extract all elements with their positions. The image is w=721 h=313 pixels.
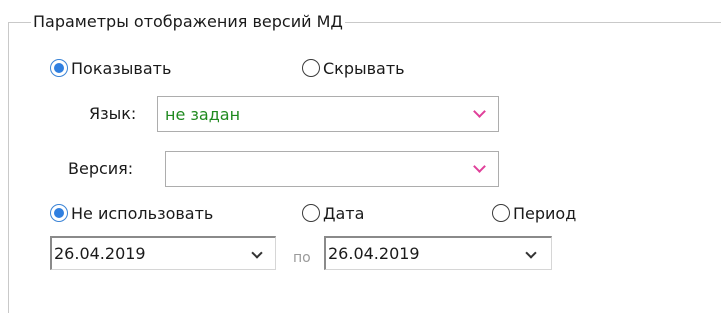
radio-unselected-icon: [302, 204, 320, 222]
date-to-value: 26.04.2019: [328, 244, 420, 263]
radio-unselected-icon: [302, 59, 320, 77]
not-use-radio-label: Не использовать: [71, 203, 214, 223]
period-radio[interactable]: Период: [492, 202, 576, 224]
radio-selected-icon: [50, 59, 68, 77]
language-value: не задан: [165, 105, 241, 124]
show-radio[interactable]: Показывать: [50, 57, 171, 79]
language-dropdown[interactable]: не задан: [157, 96, 499, 132]
period-separator: по: [293, 250, 311, 266]
date-to-picker[interactable]: 26.04.2019: [324, 236, 552, 270]
date-radio[interactable]: Дата: [302, 202, 364, 224]
hide-radio[interactable]: Скрывать: [302, 57, 405, 79]
date-from-value: 26.04.2019: [54, 244, 146, 263]
language-label: Язык:: [89, 104, 137, 123]
chevron-down-icon: [251, 247, 263, 259]
radio-selected-icon: [50, 204, 68, 222]
show-radio-label: Показывать: [71, 58, 172, 78]
chevron-down-icon: [473, 160, 486, 173]
version-dropdown[interactable]: [165, 151, 499, 187]
date-from-picker[interactable]: 26.04.2019: [50, 236, 276, 270]
chevron-down-icon: [473, 105, 486, 118]
not-use-radio[interactable]: Не использовать: [50, 202, 213, 224]
radio-unselected-icon: [492, 204, 510, 222]
date-radio-label: Дата: [323, 203, 365, 223]
hide-radio-label: Скрывать: [323, 58, 405, 78]
version-label: Версия:: [68, 159, 134, 178]
groupbox-title: Параметры отображения версий МД: [31, 12, 345, 32]
chevron-down-icon: [525, 247, 537, 259]
period-radio-label: Период: [513, 203, 577, 223]
